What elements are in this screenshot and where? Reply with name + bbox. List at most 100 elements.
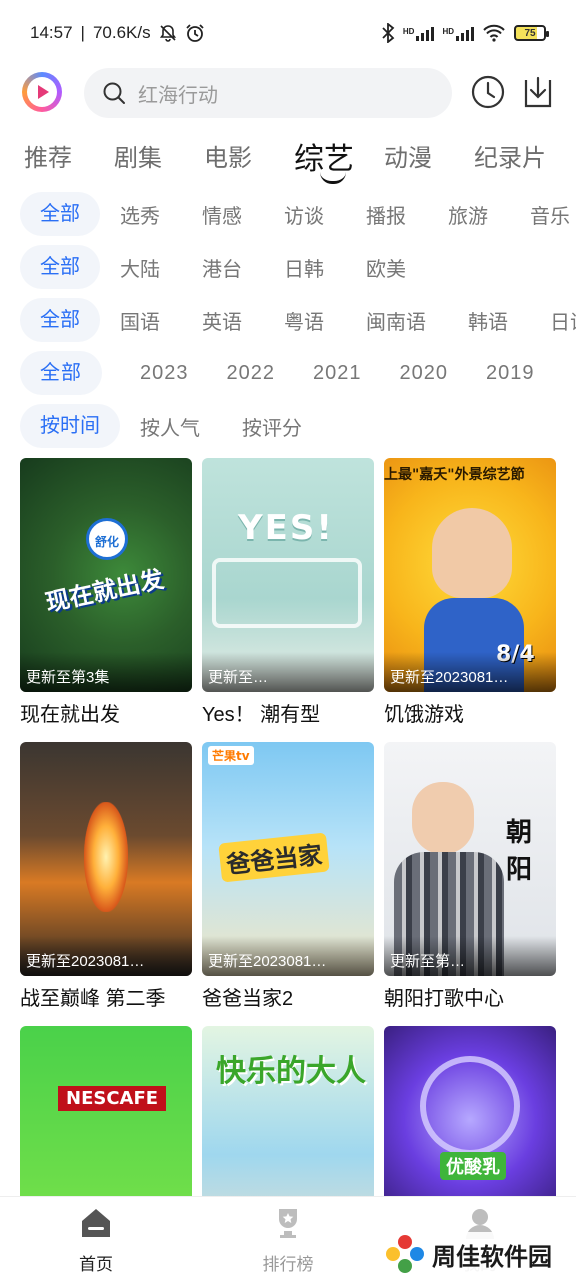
show-title: 饥饿游戏: [384, 704, 464, 726]
filter-row-year: 全部 2023 2022 2021 2020 2019: [0, 350, 576, 396]
update-status: 更新至2023081…: [202, 936, 374, 976]
channel-tabs: 推荐 剧集 电影 综艺 动漫 纪录片: [0, 128, 576, 186]
tab-recommend[interactable]: 推荐: [24, 128, 114, 173]
mute-bell-icon: [159, 25, 176, 42]
poster-text: 优酸乳: [440, 1152, 506, 1180]
nav-ranking[interactable]: 排行榜: [238, 1205, 338, 1275]
filter-row-sort: 按时间 按人气 按评分: [0, 403, 576, 449]
tab-variety[interactable]: 综艺: [294, 128, 384, 184]
poster-glow: [84, 802, 128, 912]
poster-decoration: [212, 558, 362, 628]
status-divider: |: [80, 23, 85, 42]
show-poster: 芒果tv 爸爸当家 更新至2023081…: [202, 742, 374, 976]
poster-text: 朝阳: [506, 818, 533, 885]
search-input[interactable]: 红海行动: [84, 68, 452, 118]
nav-home[interactable]: 首页: [46, 1205, 146, 1275]
tab-series[interactable]: 剧集: [114, 128, 204, 173]
show-card[interactable]: 舒化 现在就出发 更新至第3集 现在就出发: [20, 458, 192, 727]
update-status: 更新至2023081…: [20, 936, 192, 976]
filter-year-2023[interactable]: 2023: [140, 362, 189, 385]
poster-face: [432, 508, 512, 598]
filter-region-mainland[interactable]: 大陆: [120, 253, 160, 282]
filter-type-romance[interactable]: 情感: [202, 200, 242, 229]
show-title: 朝阳打歌中心: [384, 988, 504, 1010]
filter-type-talk[interactable]: 访谈: [284, 200, 324, 229]
alarm-icon: [185, 24, 204, 42]
show-card[interactable]: 上最"嘉夭"外景综艺節 8/4 更新至2023081… 饥饿游戏: [384, 458, 556, 727]
filter-lang-japanese[interactable]: 日语: [550, 306, 576, 335]
sort-by-time[interactable]: 按时间: [20, 404, 120, 448]
filter-lang-cantonese[interactable]: 粤语: [284, 306, 324, 335]
download-icon[interactable]: [520, 74, 556, 110]
filter-type-news[interactable]: 播报: [366, 200, 406, 229]
update-status: 更新至第…: [384, 936, 556, 976]
signal-icon-2: [456, 25, 474, 41]
poster-text: 爸爸当家: [218, 832, 330, 883]
mango-tv-logo: 芒果tv: [208, 746, 254, 765]
filter-region-all[interactable]: 全部: [20, 245, 100, 289]
poster-disc: [420, 1056, 520, 1156]
watermark-text: 周佳软件园: [432, 1242, 552, 1271]
poster-face: [412, 782, 474, 854]
filter-lang-all[interactable]: 全部: [20, 298, 100, 342]
show-poster: 朝阳 更新至第…: [384, 742, 556, 976]
poster-text: 现在就出发: [43, 564, 167, 618]
app-logo-icon[interactable]: [22, 72, 62, 112]
filter-lang-english[interactable]: 英语: [202, 306, 242, 335]
tab-documentary[interactable]: 纪录片: [474, 128, 564, 173]
history-clock-icon[interactable]: [470, 74, 506, 110]
filter-lang-minnan[interactable]: 闽南语: [366, 306, 426, 335]
sort-by-popularity[interactable]: 按人气: [140, 412, 200, 441]
tab-anime[interactable]: 动漫: [384, 128, 474, 173]
show-card[interactable]: 朝阳 更新至第… 朝阳打歌中心: [384, 742, 556, 1011]
tab-movie[interactable]: 电影: [204, 128, 294, 173]
search-row: 红海行动: [0, 66, 576, 122]
hd-badge-1: HD: [402, 27, 415, 36]
status-bar: 14:57 | 70.6K/s HD HD 75: [0, 0, 576, 66]
filter-type-travel[interactable]: 旅游: [448, 200, 488, 229]
show-card[interactable]: 芒果tv 爸爸当家 更新至2023081… 爸爸当家2: [202, 742, 374, 1011]
filter-type-all[interactable]: 全部: [20, 192, 100, 236]
filter-region-euus[interactable]: 欧美: [366, 253, 406, 282]
search-icon: [103, 82, 125, 104]
show-poster: 上最"嘉夭"外景综艺節 8/4 更新至2023081…: [384, 458, 556, 692]
filter-year-all[interactable]: 全部: [20, 351, 102, 395]
filter-year-2020[interactable]: 2020: [400, 362, 449, 385]
show-poster: YES! 更新至…: [202, 458, 374, 692]
filter-year-2021[interactable]: 2021: [313, 362, 362, 385]
watermark-logo-icon: [386, 1235, 424, 1273]
poster-text: YES!: [238, 508, 334, 548]
filter-type-music[interactable]: 音乐: [530, 200, 570, 229]
update-status: 更新至2023081…: [384, 652, 556, 692]
poster-text: NESCAFE: [58, 1086, 167, 1111]
filter-type-talent[interactable]: 选秀: [120, 200, 160, 229]
status-time: 14:57: [30, 23, 73, 42]
search-placeholder: 红海行动: [138, 84, 218, 107]
battery-icon: 75: [514, 25, 549, 41]
show-title: 爸爸当家2: [202, 988, 294, 1010]
show-card[interactable]: 更新至2023081… 战至巅峰 第二季: [20, 742, 192, 1011]
filter-row-language: 全部 国语 英语 粤语 闽南语 韩语 日语: [0, 297, 576, 343]
wifi-icon: [483, 24, 505, 42]
filter-year-2022[interactable]: 2022: [227, 362, 276, 385]
status-right: HD HD 75: [381, 23, 549, 43]
update-status: 更新至第3集: [20, 652, 192, 692]
show-poster: 舒化 现在就出发 更新至第3集: [20, 458, 192, 692]
update-status: 更新至…: [202, 652, 374, 692]
home-icon: [82, 1209, 110, 1237]
poster-text: 快乐的大人: [216, 1054, 366, 1089]
trophy-icon: [279, 1209, 297, 1238]
poster-tagline: 上最"嘉夭"外景综艺節: [384, 467, 525, 483]
status-net-speed: 70.6K/s: [92, 23, 151, 42]
nav-ranking-label: 排行榜: [262, 1255, 314, 1274]
filter-year-2019[interactable]: 2019: [486, 362, 535, 385]
filter-lang-korean[interactable]: 韩语: [468, 306, 508, 335]
active-tab-indicator: [320, 172, 346, 184]
filter-lang-mandarin[interactable]: 国语: [120, 306, 160, 335]
filter-region-hktw[interactable]: 港台: [202, 253, 242, 282]
filter-row-type: 全部 选秀 情感 访谈 播报 旅游 音乐: [0, 191, 576, 237]
status-left: 14:57 | 70.6K/s: [30, 23, 205, 43]
show-card[interactable]: YES! 更新至… Yes！ 潮有型: [202, 458, 374, 727]
filter-region-jpkr[interactable]: 日韩: [284, 253, 324, 282]
sort-by-rating[interactable]: 按评分: [242, 412, 302, 441]
